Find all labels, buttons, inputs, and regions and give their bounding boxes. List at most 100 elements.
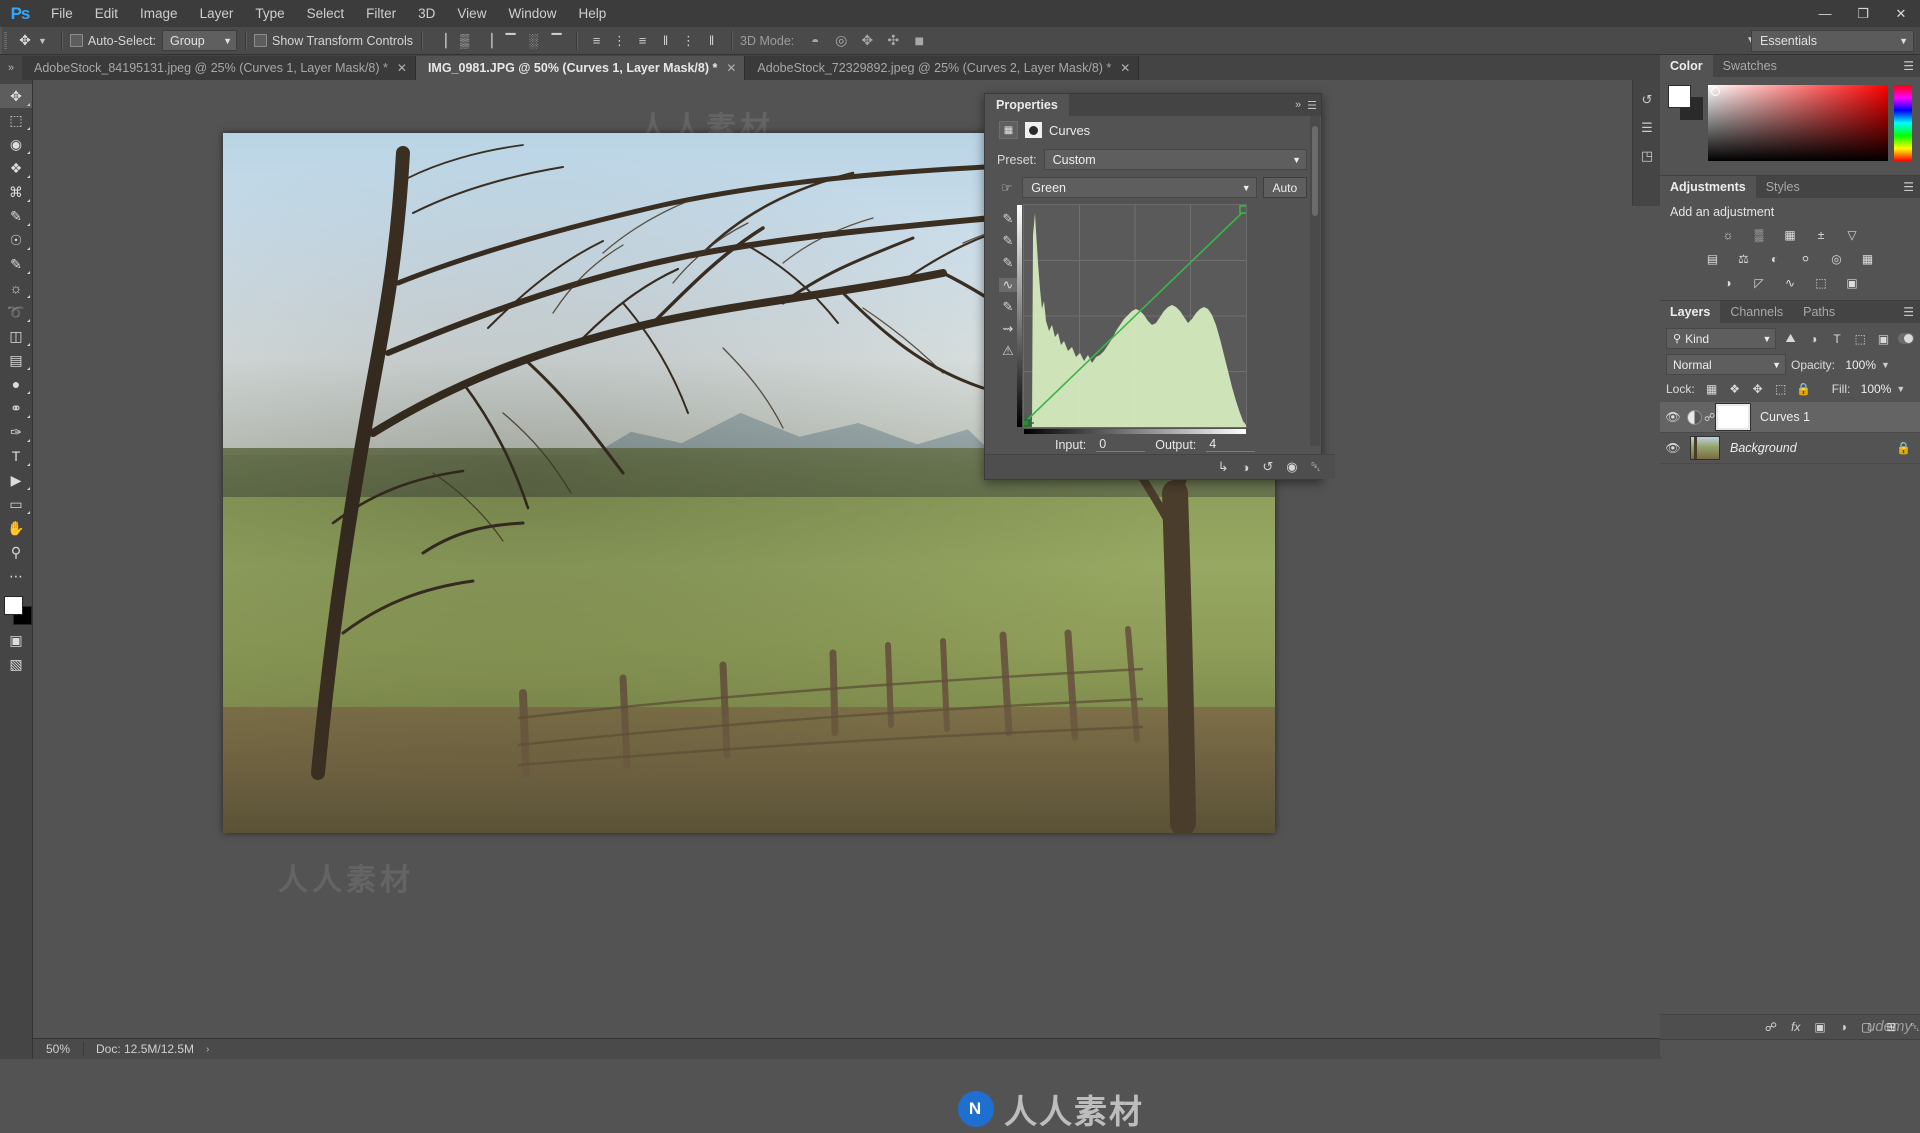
gradient-tool[interactable]: ▤ xyxy=(0,348,32,372)
brush-tool[interactable]: ✎ xyxy=(0,252,32,276)
align-horizontal-centers-icon[interactable]: ▒ xyxy=(453,30,476,52)
lasso-tool[interactable]: ◉ xyxy=(0,132,32,156)
history-brush-tool[interactable]: ➰ xyxy=(0,300,32,324)
panel-menu-icon[interactable]: ☰ xyxy=(1903,180,1914,194)
color-field[interactable] xyxy=(1708,85,1888,161)
screen-mode-button[interactable]: ▧ xyxy=(0,652,32,676)
tab-swatches[interactable]: Swatches xyxy=(1713,55,1787,77)
3d-slide-icon[interactable]: ✣ xyxy=(880,30,906,52)
tab-styles[interactable]: Styles xyxy=(1756,176,1810,198)
close-icon[interactable]: ✕ xyxy=(397,61,407,75)
pen-tool[interactable]: ✑ xyxy=(0,420,32,444)
menu-file[interactable]: File xyxy=(40,0,84,27)
curves-icon[interactable]: ▦ xyxy=(1780,226,1801,243)
menu-edit[interactable]: Edit xyxy=(84,0,129,27)
on-image-adjustment-icon[interactable]: ☞ xyxy=(997,180,1016,196)
menu-image[interactable]: Image xyxy=(129,0,189,27)
menu-window[interactable]: Window xyxy=(497,0,567,27)
properties-panel-icon[interactable]: ☰ xyxy=(1633,114,1661,142)
color-lookup-icon[interactable]: ▦ xyxy=(1857,250,1878,267)
curve-point-tool-icon[interactable]: ∿ xyxy=(999,277,1017,292)
blur-tool[interactable]: ● xyxy=(0,372,32,396)
threshold-icon[interactable]: ∿ xyxy=(1780,274,1801,291)
blend-mode-dropdown[interactable]: Normal ▼ xyxy=(1666,354,1786,375)
black-point-eyedropper-icon[interactable]: ✎ xyxy=(1003,211,1014,226)
clone-stamp-tool[interactable]: ☼ xyxy=(0,276,32,300)
tab-color[interactable]: Color xyxy=(1660,55,1713,77)
move-tool[interactable]: ✥ xyxy=(0,84,32,108)
document-canvas-area[interactable]: 人人素材 人人素材 人人素材 xyxy=(33,80,1661,1130)
opacity-chevron-down-icon[interactable]: ▼ xyxy=(1881,360,1890,370)
hue-saturation-icon[interactable]: ▤ xyxy=(1702,250,1723,267)
distribute-vertical-centers-icon[interactable]: ⋮ xyxy=(608,30,631,52)
path-selection-tool[interactable]: ▶ xyxy=(0,468,32,492)
foreground-color-swatch[interactable] xyxy=(4,596,23,615)
filter-adjustment-layers-icon[interactable]: ◑ xyxy=(1805,329,1823,348)
edit-toolbar-tool[interactable]: ⋯ xyxy=(0,564,32,588)
auto-select-scope-dropdown[interactable]: Group ▼ xyxy=(162,30,238,51)
layer-thumbnail[interactable] xyxy=(1690,436,1720,460)
auto-select-checkbox[interactable] xyxy=(69,34,83,47)
quick-selection-tool[interactable]: ❖ xyxy=(0,156,32,180)
double-chevron-right-icon[interactable]: » xyxy=(1295,99,1301,111)
menu-3d[interactable]: 3D xyxy=(407,0,446,27)
maximize-button[interactable]: ❐ xyxy=(1844,0,1882,27)
reset-adjustment-icon[interactable]: ↺ xyxy=(1262,459,1273,475)
clip-to-layer-icon[interactable]: ↳ xyxy=(1218,459,1229,475)
3d-scale-camera-icon[interactable]: ◾ xyxy=(906,30,932,52)
horizontal-type-tool[interactable]: T xyxy=(0,444,32,468)
layer-row-background[interactable]: 👁 Background 🔒 xyxy=(1660,433,1920,464)
layer-name[interactable]: Curves 1 xyxy=(1760,410,1810,424)
add-layer-mask-icon[interactable]: ▣ xyxy=(1814,1020,1825,1034)
filter-type-layers-icon[interactable]: T xyxy=(1828,329,1846,348)
quick-mask-mode-button[interactable]: ▣ xyxy=(0,628,32,652)
align-top-edges-icon[interactable]: ▔ xyxy=(499,30,522,52)
color-balance-icon[interactable]: ⚖ xyxy=(1733,250,1754,267)
hand-tool[interactable]: ✋ xyxy=(0,516,32,540)
layer-visibility-icon[interactable]: 👁 xyxy=(1662,410,1684,424)
opacity-value[interactable]: 100% xyxy=(1840,358,1876,372)
foreground-background-color-swatches[interactable] xyxy=(0,592,32,628)
eyedropper-tool[interactable]: ✎ xyxy=(0,204,32,228)
lock-position-icon[interactable]: ✥ xyxy=(1749,380,1767,397)
history-panel-icon[interactable]: ↺ xyxy=(1633,86,1661,114)
channel-mixer-icon[interactable]: ◎ xyxy=(1826,250,1847,267)
rectangle-tool[interactable]: ▭ xyxy=(0,492,32,516)
document-tab-adobestock-72329892[interactable]: AdobeStock_72329892.jpeg @ 25% (Curves 2… xyxy=(745,56,1140,80)
tab-overflow-icon[interactable]: » xyxy=(0,55,22,80)
zoom-level-field[interactable]: 50% xyxy=(33,1042,84,1056)
curves-editor[interactable]: ✎ ✎ ✎ ∿ ✎ ⇝ ⚠ xyxy=(997,204,1321,434)
menu-layer[interactable]: Layer xyxy=(189,0,245,27)
panel-menu-icon[interactable]: ☰ xyxy=(1307,99,1317,112)
layer-mask-thumbnail[interactable] xyxy=(1715,403,1751,431)
smooth-curve-icon[interactable]: ⇝ xyxy=(1003,321,1014,336)
options-bar-grip[interactable] xyxy=(0,27,10,54)
curves-graph[interactable] xyxy=(1017,204,1247,434)
3d-roll-icon[interactable]: ◎ xyxy=(828,30,854,52)
invert-icon[interactable]: ◑ xyxy=(1718,274,1739,291)
tool-preset-chevron-down-icon[interactable]: ▼ xyxy=(38,36,47,46)
filter-pixel-layers-icon[interactable]: ⛰ xyxy=(1781,329,1799,348)
close-icon[interactable]: ✕ xyxy=(726,61,736,75)
move-tool-icon[interactable]: ✥ xyxy=(14,30,36,52)
white-point-eyedropper-icon[interactable]: ✎ xyxy=(1003,255,1014,270)
fill-chevron-down-icon[interactable]: ▼ xyxy=(1896,384,1905,394)
distribute-bottom-icon[interactable]: ≡ xyxy=(631,30,654,52)
menu-help[interactable]: Help xyxy=(567,0,617,27)
vibrance-icon[interactable]: ▽ xyxy=(1842,226,1863,243)
zoom-tool[interactable]: ⚲ xyxy=(0,540,32,564)
color-picker-body[interactable] xyxy=(1660,77,1920,175)
brightness-contrast-icon[interactable]: ☼ xyxy=(1718,226,1739,243)
layer-mask-icon[interactable] xyxy=(1025,122,1042,138)
posterize-icon[interactable]: ◸ xyxy=(1749,274,1770,291)
3d-orbit-icon[interactable]: ◓ xyxy=(802,30,828,52)
align-bottom-edges-icon[interactable]: ▔ xyxy=(545,30,568,52)
3d-pan-icon[interactable]: ✥ xyxy=(854,30,880,52)
menu-type[interactable]: Type xyxy=(244,0,295,27)
foreground-color-swatch[interactable] xyxy=(1668,85,1691,108)
link-layers-icon[interactable]: ☍ xyxy=(1765,1020,1777,1034)
layer-visibility-icon[interactable]: 👁 xyxy=(1662,441,1684,455)
photo-filter-icon[interactable]: ⚪ xyxy=(1795,250,1816,267)
distribute-right-icon[interactable]: ‖ xyxy=(700,30,723,52)
distribute-horizontal-centers-icon[interactable]: ⋮ xyxy=(677,30,700,52)
